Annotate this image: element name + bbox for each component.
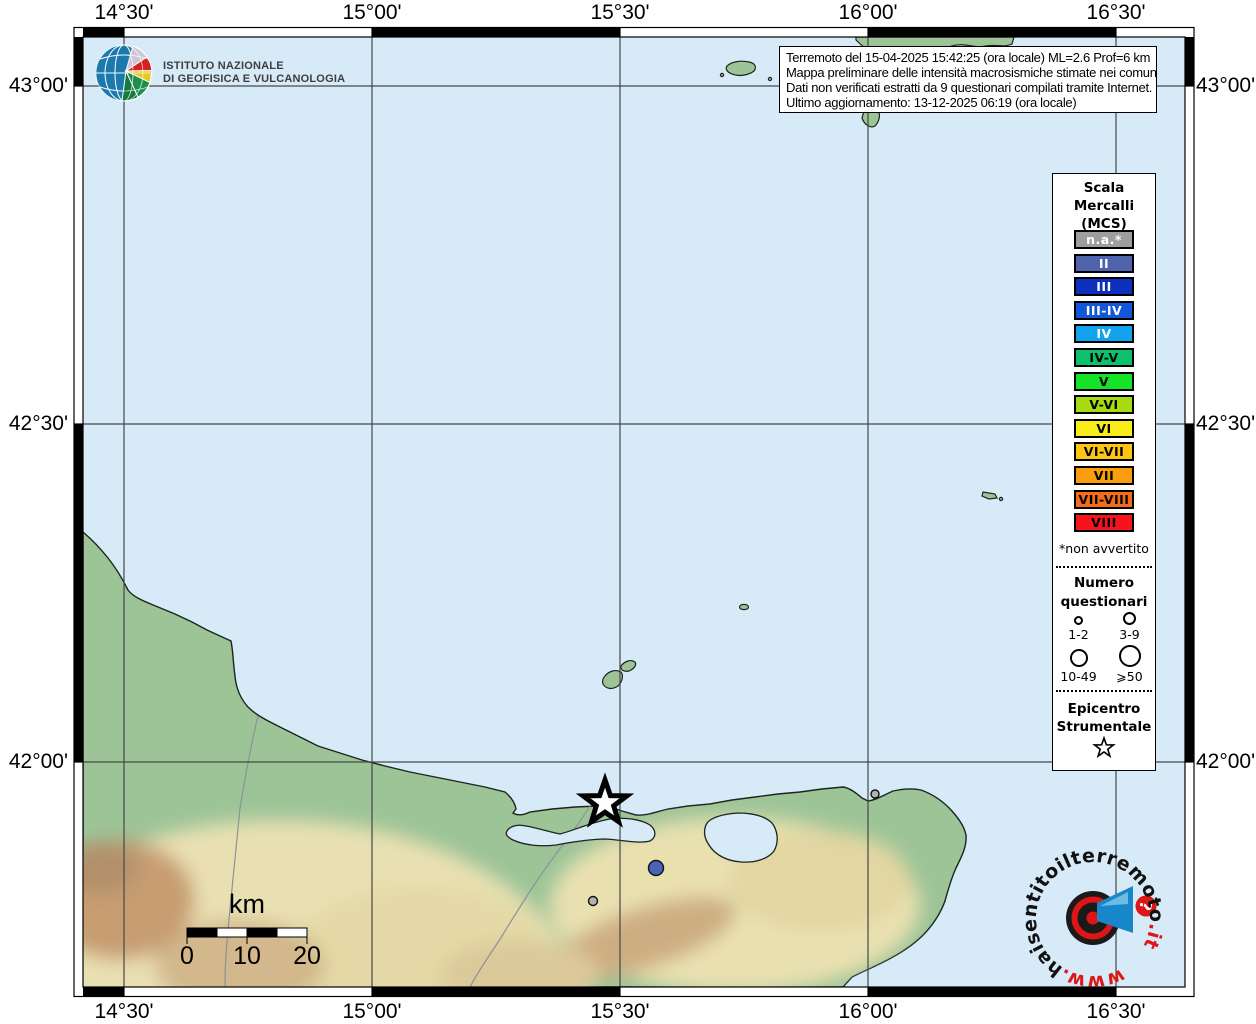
lat-label-left-0: 43°00': [8, 74, 68, 97]
legend-scale-item: IV-V: [1074, 347, 1134, 367]
lon-label-bottom-3: 16°00': [838, 1000, 898, 1023]
legend-panel: Scala Mercalli (MCS) n.a.* II III III-IV IV I…: [1052, 173, 1156, 771]
lat-label-left-1: 42°30': [8, 412, 68, 435]
lon-label-top-1: 15°00': [342, 1, 402, 24]
questionnaire-size-circle: [1118, 645, 1141, 667]
island-pianosa: [738, 603, 750, 611]
questionnaire-size-item: 1-2: [1053, 612, 1104, 642]
legend-scale-item: n.a.*: [1074, 230, 1134, 249]
questionnaire-size-item: ⩾50: [1104, 645, 1155, 684]
legend-scale-item: VIII: [1074, 513, 1134, 533]
lon-label-bottom-0: 14°30': [94, 1000, 154, 1023]
legend-divider: [1056, 690, 1152, 692]
questionnaire-title: Numero questionari: [1053, 574, 1155, 612]
scale-bar-unit: km: [229, 889, 265, 919]
legend-divider: [1056, 566, 1152, 568]
questionnaire-size-item: 10-49: [1053, 645, 1104, 684]
questionnaire-size-circle: [1069, 649, 1088, 667]
epicenter-title-line: Epicentro: [1067, 701, 1141, 717]
lon-label-top-2: 15°30': [590, 1, 650, 24]
event-title-line: Ultimo aggiornamento: 13-12-2025 06:19 (…: [786, 95, 1077, 111]
legend-scale-item: III: [1074, 277, 1134, 297]
intensity-dot-n.a.: [870, 789, 880, 799]
lon-label-bottom-1: 15°00': [342, 1000, 402, 1023]
lon-label-bottom-4: 16°30': [1086, 1000, 1146, 1023]
macroseismic-map-page: ? www.haisentitoilterremoto .it Terremoto…: [0, 0, 1256, 1024]
map-area: [83, 37, 1185, 987]
legend-scale-item: VI: [1074, 418, 1134, 438]
ingv-logo: ISTITUTO NAZIONALE DI GEOFISICA E VULCAN…: [94, 42, 345, 104]
lon-label-top-3: 16°00': [838, 1, 898, 24]
legend-scale-item: IV: [1074, 324, 1134, 344]
scale-bar-tick-20: 20: [293, 942, 321, 970]
ingv-name-line2: DI GEOFISICA E VULCANOLOGIA: [163, 73, 346, 85]
lon-label-bottom-2: 15°30': [590, 1000, 650, 1023]
islet-dot: [998, 496, 1004, 502]
questionnaire-size-circle: [1074, 616, 1083, 625]
questionnaire-size-key: 1-2 3-9 10-49 ⩾50: [1053, 612, 1155, 684]
lat-label-left-2: 42°00': [8, 750, 68, 773]
lat-label-right-0: 43°00': [1196, 74, 1256, 97]
legend-scale-item: VII-VIII: [1074, 489, 1134, 509]
epicenter-title-line: Strumentale: [1056, 719, 1152, 735]
legend-title-line: Scala: [1083, 180, 1125, 196]
legend-footnote: *non avvertito: [1059, 541, 1149, 556]
questionnaire-size-label: ⩾50: [1116, 669, 1143, 684]
epicenter-legend-title: Epicentro Strumentale: [1053, 700, 1155, 736]
event-title-line: Dati non verificati estratti da 9 questi…: [786, 80, 1153, 96]
questionnaire-size-label: 3-9: [1119, 627, 1140, 642]
questionnaire-size-item: 3-9: [1104, 612, 1155, 642]
event-title-line: Mappa preliminare delle intensità macros…: [786, 65, 1157, 81]
event-title-box: Terremoto del 15-04-2025 15:42:25 (ora l…: [779, 46, 1157, 114]
ingv-globe-icon: [95, 44, 153, 102]
scale-bar-tick-10: 10: [233, 942, 261, 970]
epicenter-symbol: [1053, 735, 1155, 764]
event-title-line: Terremoto del 15-04-2025 15:42:25 (ora l…: [786, 50, 1151, 65]
lat-label-right-2: 42°00': [1196, 750, 1256, 773]
mercalli-scale-list: n.a.* II III III-IV IV IV-V V V-VI VI VI-VII VII VI…: [1053, 230, 1155, 537]
scale-bar-tick-0: 0: [180, 942, 194, 970]
lat-label-right-1: 42°30': [1196, 412, 1256, 435]
legend-scale-item: III-IV: [1074, 300, 1134, 320]
questionnaire-size-circle: [1123, 612, 1136, 625]
legend-scale-item: VII: [1074, 465, 1134, 485]
legend-title-line: Mercalli: [1073, 198, 1135, 214]
questionnaire-title-line: questionari: [1060, 594, 1148, 610]
legend-title: Scala Mercalli (MCS): [1053, 179, 1155, 233]
questionnaire-size-label: 1-2: [1068, 627, 1089, 642]
intensity-dot-II: [647, 859, 665, 877]
legend-scale-item: V-VI: [1074, 395, 1134, 415]
lon-label-top-4: 16°30': [1086, 1, 1146, 24]
islet-dot: [767, 76, 773, 82]
island-svetac: [725, 60, 756, 77]
ingv-name-line1: ISTITUTO NAZIONALE: [163, 60, 284, 72]
questionnaire-title-line: Numero: [1073, 575, 1135, 591]
lon-label-top-0: 14°30': [94, 1, 154, 24]
intensity-dot-n.a.: [587, 895, 599, 907]
legend-scale-item: V: [1074, 371, 1134, 391]
islet-dot: [719, 72, 725, 78]
legend-scale-item: II: [1074, 253, 1134, 273]
questionnaire-size-label: 10-49: [1060, 669, 1097, 684]
legend-scale-item: VI-VII: [1074, 442, 1134, 462]
